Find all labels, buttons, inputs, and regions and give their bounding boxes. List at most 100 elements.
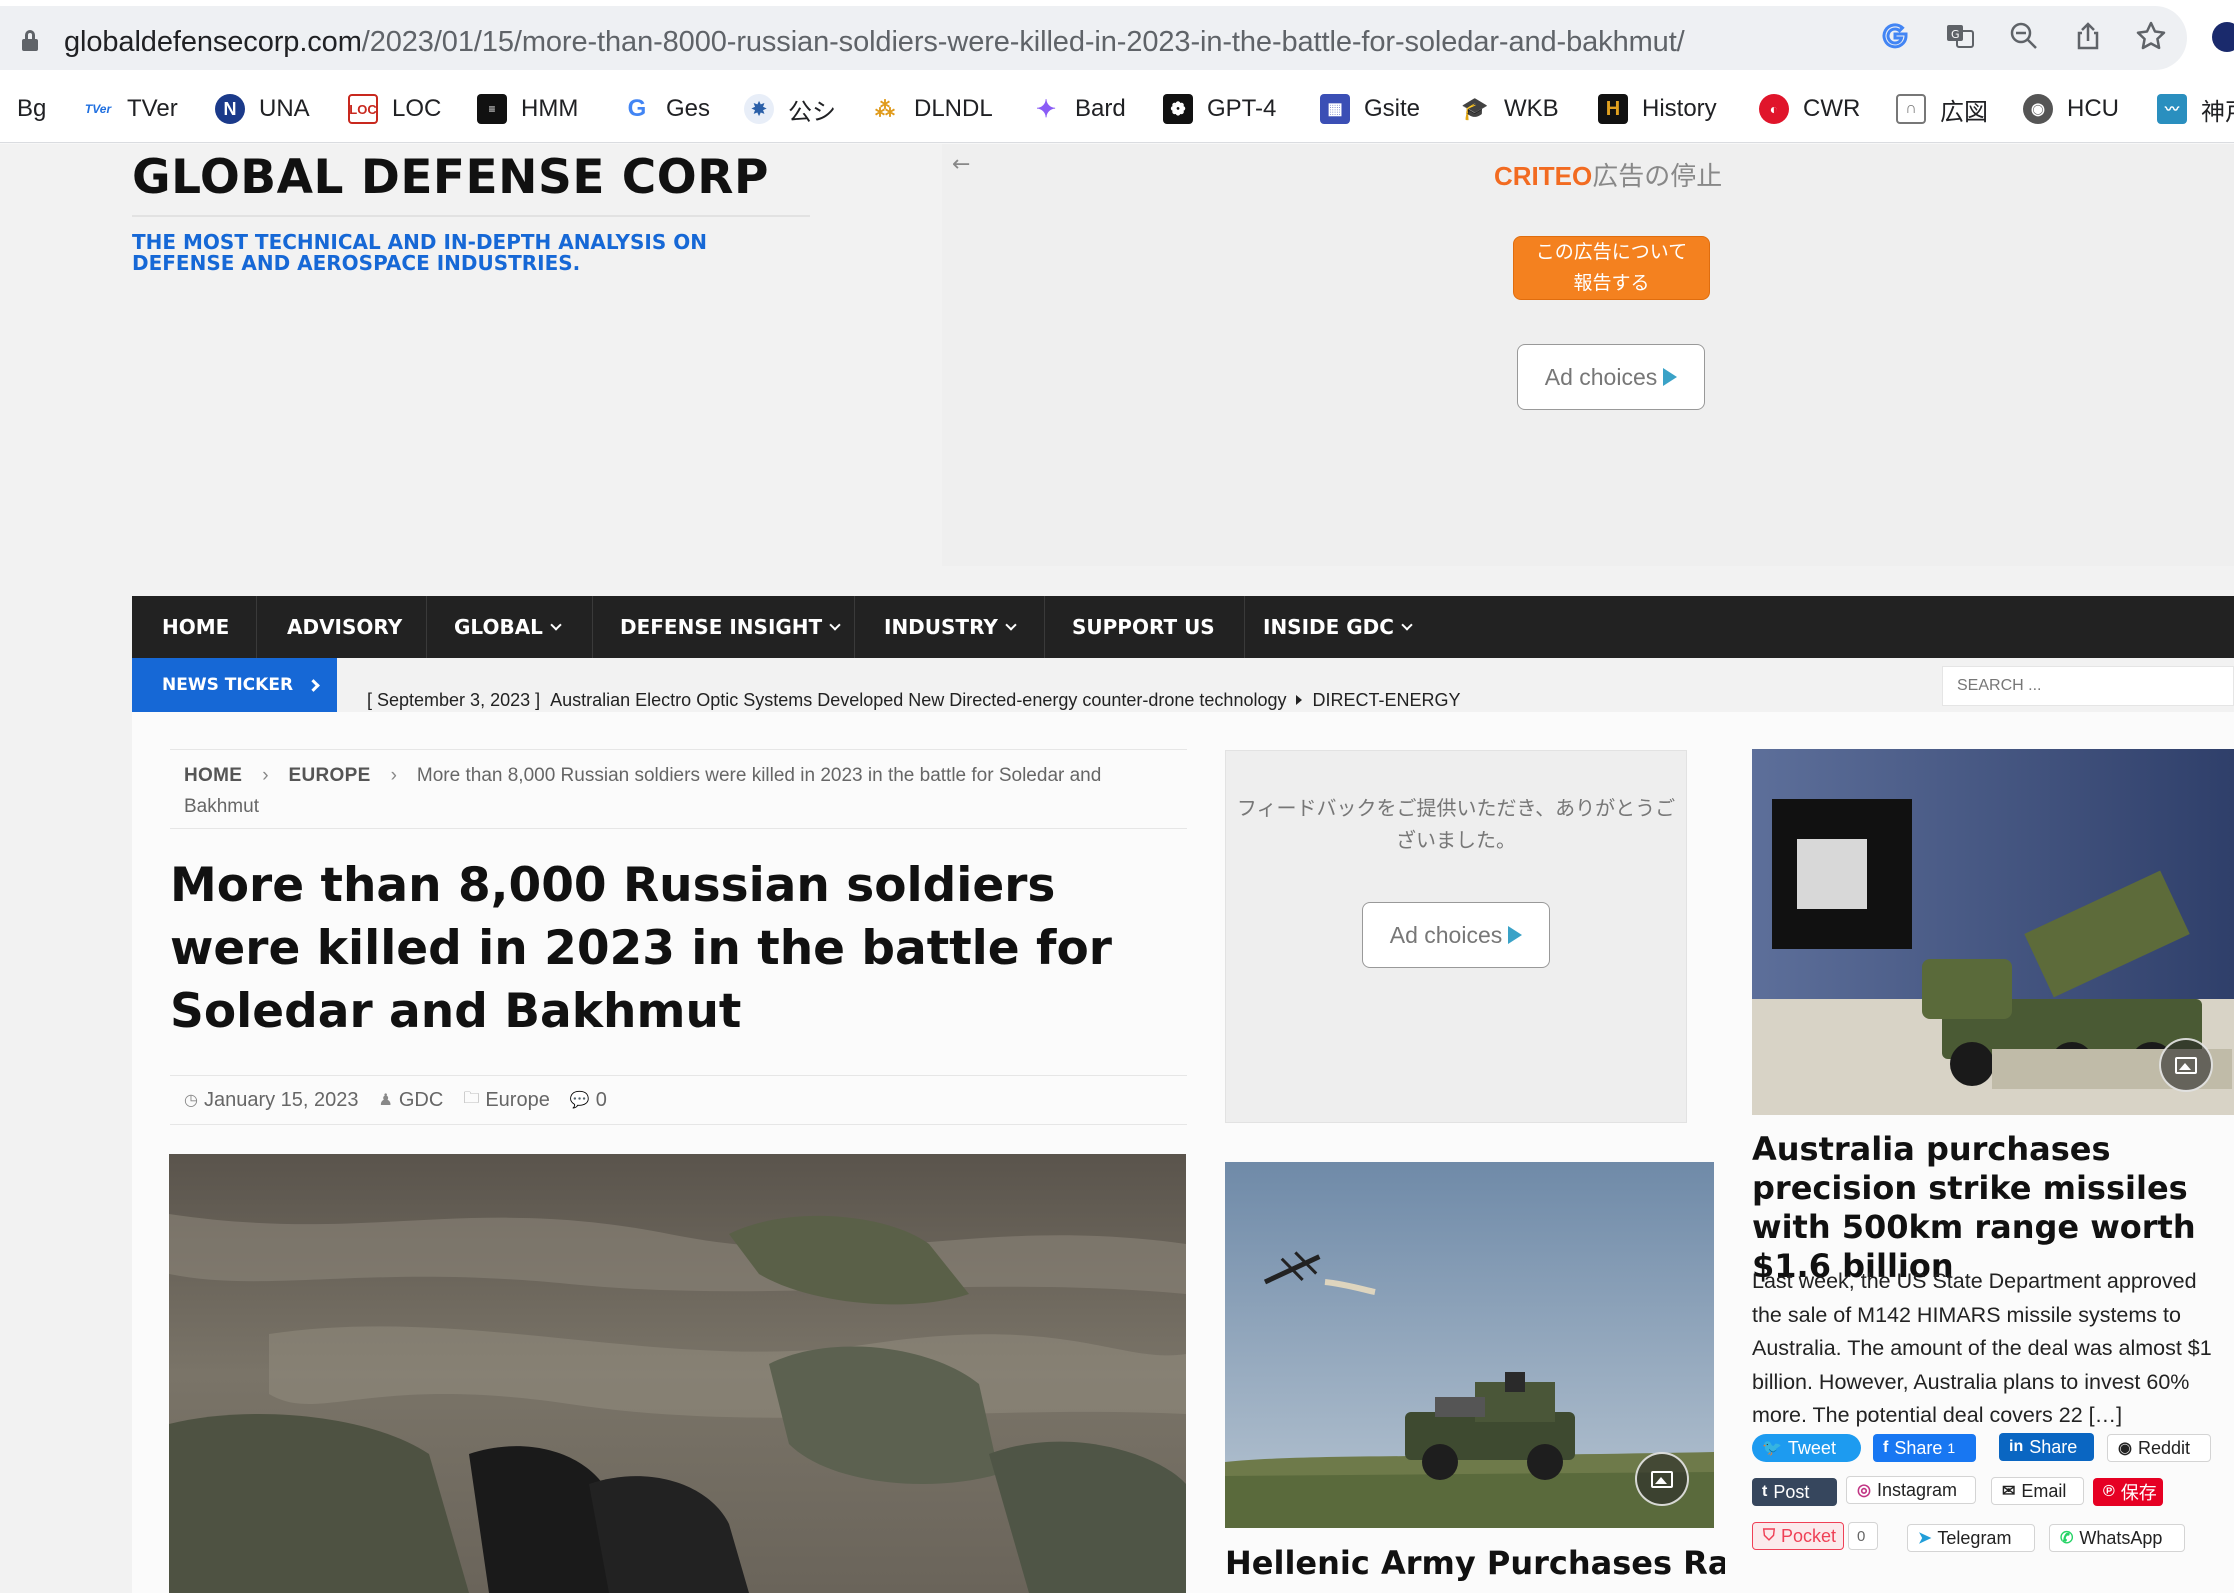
post-author[interactable]: GDC (399, 1089, 443, 1112)
post-category[interactable]: Europe (485, 1089, 550, 1112)
google-lens-icon[interactable] (1877, 18, 1913, 54)
post-date[interactable]: January 15, 2023 (204, 1089, 359, 1112)
chevron-down-icon (829, 618, 841, 631)
adchoices-icon (1663, 368, 1678, 386)
bard-sparkle-icon: ✦ (1031, 94, 1061, 124)
gsite-icon: ▦ (1320, 94, 1350, 124)
chevron-down-icon (550, 618, 562, 631)
bookmark-gsite[interactable]: ▦ Gsite (1320, 92, 1420, 126)
site-tagline: THE MOST TECHNICAL AND IN-DEPTH ANALYSIS… (132, 230, 707, 275)
image-gallery-icon (2159, 1038, 2213, 1092)
pocket-icon: ⛉ (1763, 1527, 1776, 1544)
clock-icon: ◷ (184, 1092, 198, 1109)
bookmark-tver[interactable]: TVer TVer (83, 92, 178, 126)
facebook-icon: f (1883, 1439, 1889, 1456)
ad-back-arrow-icon[interactable]: ← (952, 152, 970, 177)
nav-defense-insight[interactable]: DEFENSE INSIGHT (620, 596, 841, 658)
whatsapp-share-button[interactable]: ✆ WhatsApp (2049, 1524, 2185, 1552)
comment-icon: 💬 (569, 1092, 590, 1109)
nav-home[interactable]: HOME (162, 596, 229, 658)
breadcrumb-home[interactable]: HOME (184, 765, 242, 786)
instagram-share-button[interactable]: ◎ Instagram (1846, 1476, 1976, 1504)
site-title[interactable]: GLOBAL DEFENSE CORP (132, 150, 769, 205)
article-title: More than 8,000 Russian soldiers were ki… (170, 858, 1112, 1039)
cwr-icon: ◐ (1759, 94, 1789, 124)
email-share-button[interactable]: ✉ Email (1991, 1477, 2084, 1505)
bookmark-ges[interactable]: G Ges (622, 92, 710, 126)
post-title-himars[interactable]: Australia purchases precision strike mis… (1752, 1130, 2222, 1286)
report-ad-button[interactable]: この広告について 報告する (1513, 236, 1710, 300)
title-divider (132, 215, 810, 217)
search-input[interactable]: SEARCH ... (1942, 666, 2234, 706)
article-meta: ◷ January 15, 2023 ♟ GDC 🗀 Europe 💬 0 (184, 1086, 607, 1114)
nav-industry[interactable]: INDUSTRY (884, 596, 1017, 658)
telegram-icon: ➤ (1918, 1530, 1932, 1547)
main-navigation: HOME ADVISORY GLOBAL DEFENSE INSIGHT IND… (132, 596, 2234, 658)
tumblr-post-button[interactable]: t Post (1752, 1478, 1837, 1506)
post-thumbnail-himars[interactable] (1752, 749, 2234, 1115)
bookmark-history[interactable]: H History (1598, 92, 1717, 126)
kobe-icon: 〰 (2157, 94, 2187, 124)
reddit-share-button[interactable]: ◉ Reddit (2107, 1434, 2211, 1462)
bookmark-cwr[interactable]: ◐ CWR (1759, 92, 1860, 126)
ticker-item[interactable]: [ September 3, 2023 ] Australian Electro… (367, 690, 1461, 711)
linkedin-icon: in (2009, 1438, 2024, 1455)
n-circle-icon: N (215, 94, 245, 124)
bookmark-hcu[interactable]: ◉ HCU (2023, 92, 2119, 126)
adchoices-icon (1508, 926, 1523, 944)
bookmark-gpt4[interactable]: ❁ GPT-4 (1163, 92, 1276, 126)
ad-choices-button-2[interactable]: Ad choices (1362, 902, 1550, 968)
zoom-icon[interactable] (2006, 18, 2042, 54)
bookmark-hmm[interactable]: ≡ HMM (477, 92, 578, 126)
envelope-icon: ✉ (2002, 1483, 2016, 1500)
bookmark-wkb[interactable]: 🎓 WKB (1460, 92, 1559, 126)
nav-global[interactable]: GLOBAL (454, 596, 562, 658)
nav-support-us[interactable]: SUPPORT US (1072, 596, 1215, 658)
post-excerpt-himars: Last week, the US State Department appro… (1752, 1269, 2212, 1427)
svg-text:G: G (1951, 28, 1960, 41)
nav-inside-gdc[interactable]: INSIDE GDC (1263, 596, 1413, 658)
comment-count[interactable]: 0 (596, 1089, 607, 1112)
nav-advisory[interactable]: ADVISORY (287, 596, 402, 658)
bookmark-koushi[interactable]: ✸ 公シ (744, 92, 836, 126)
graduation-cap-icon: 🎓 (1460, 94, 1490, 124)
lock-icon[interactable] (22, 30, 38, 51)
pinterest-save-button[interactable]: ℗ 保存 (2093, 1478, 2163, 1506)
pocket-count: 0 (1848, 1522, 1878, 1550)
bookmark-hiroshima[interactable]: ∩ 広図 (1896, 92, 1988, 126)
bookmark-kobe[interactable]: 〰神戸 (2157, 92, 2234, 126)
url-text[interactable]: globaldefensecorp.com/2023/01/15/more-th… (64, 26, 1685, 59)
post-title-spike-nlos[interactable]: Hellenic Army Purchases Rafael Spike NLO… (1225, 1538, 1725, 1588)
breadcrumb-europe[interactable]: EUROPE (289, 765, 371, 786)
bookmark-dlndl[interactable]: ⁂ DLNDL (870, 92, 993, 126)
bookmark-una[interactable]: N UNA (215, 92, 310, 126)
instagram-icon: ◎ (1857, 1482, 1871, 1499)
history-h-icon: H (1598, 94, 1628, 124)
bookmark-star-icon[interactable] (2133, 18, 2169, 54)
bookmark-bg[interactable]: Bg (17, 92, 46, 126)
bookmark-loc[interactable]: LOC LOC (348, 92, 441, 126)
loc-icon: LOC (348, 94, 378, 124)
translate-icon[interactable]: G (1942, 18, 1978, 54)
post-thumbnail-spike-nlos[interactable] (1225, 1162, 1714, 1528)
bookmark-bard[interactable]: ✦ Bard (1031, 92, 1126, 126)
n-box-icon: ∩ (1896, 94, 1926, 124)
tweet-button[interactable]: 🐦 Tweet (1752, 1434, 1861, 1462)
pocket-save-button[interactable]: ⛉ Pocket (1752, 1522, 1844, 1550)
linkedin-share-button[interactable]: in Share (1999, 1433, 2094, 1461)
tumblr-icon: t (1762, 1483, 1768, 1500)
emblem-icon: ✸ (744, 94, 774, 124)
chevron-right-icon: › (390, 765, 397, 786)
ad-choices-button[interactable]: Ad choices (1517, 344, 1705, 410)
extension-icon[interactable] (2212, 22, 2234, 52)
telegram-share-button[interactable]: ➤ Telegram (1907, 1524, 2035, 1552)
bookmarks-bar: Bg TVer TVer N UNA LOC LOC ≡ HMM G Ges ✸ 公シ ⁂ D… (0, 75, 2234, 143)
share-page-icon[interactable] (2070, 18, 2106, 54)
facebook-share-button[interactable]: f Share 1 (1873, 1434, 1976, 1462)
criteo-stop-ad[interactable]: CRITEO広告の停止 (1494, 156, 1722, 193)
browser-toolbar: globaldefensecorp.com/2023/01/15/more-th… (0, 0, 2234, 75)
dlndl-icon: ⁂ (870, 94, 900, 124)
chevron-right-icon: › (262, 765, 269, 786)
tver-icon: TVer (83, 94, 113, 124)
address-bar[interactable]: globaldefensecorp.com/2023/01/15/more-th… (0, 6, 2187, 70)
